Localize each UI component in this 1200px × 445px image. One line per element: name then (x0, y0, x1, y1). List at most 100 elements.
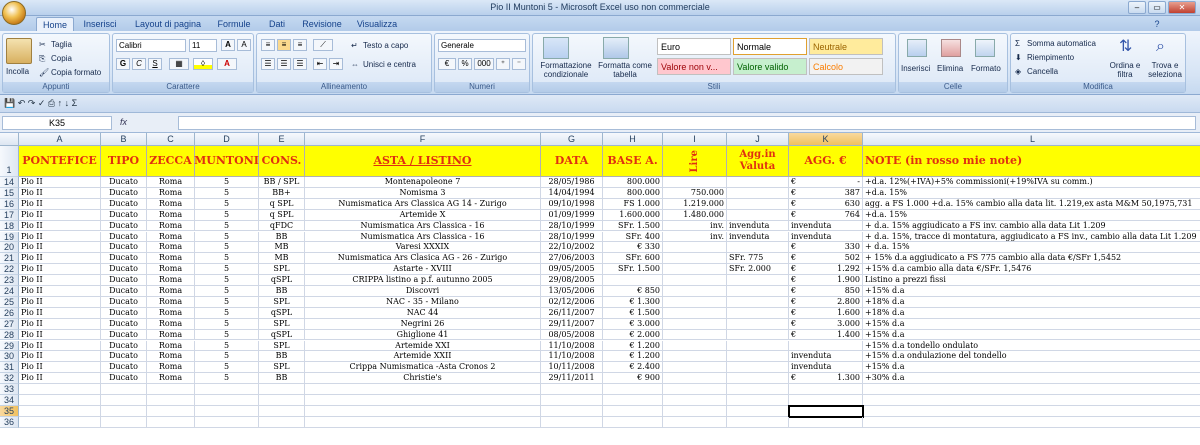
table-cell[interactable]: Pio II (19, 253, 101, 265)
table-cell[interactable]: Roma (147, 220, 195, 232)
table-cell[interactable]: 800.000 (603, 187, 663, 199)
header-cell-B[interactable]: TIPO (101, 146, 147, 177)
cell-style-2[interactable]: Neutrale (809, 38, 883, 55)
row-header[interactable]: 16 (0, 198, 19, 210)
cell-style-3[interactable]: Valore non v... (657, 58, 731, 75)
increase-indent-icon[interactable]: ⇥ (329, 58, 343, 70)
table-cell[interactable]: SFr. 1.500 (603, 220, 663, 232)
autosum-button[interactable]: Σ Somma automatica (1015, 39, 1096, 49)
table-cell[interactable] (101, 395, 147, 406)
table-cell[interactable] (147, 416, 195, 428)
table-cell[interactable]: Crippa Numismatica -Asta Cronos 2 (305, 362, 541, 374)
table-cell[interactable]: 1.600.000 (603, 209, 663, 221)
table-cell[interactable]: €3.000 (789, 318, 863, 330)
column-header[interactable]: J (727, 133, 789, 146)
align-left-icon[interactable]: ☰ (261, 58, 275, 70)
table-cell[interactable]: Ducato (101, 187, 147, 199)
sort-filter-button[interactable]: Ordina e filtra (1107, 61, 1143, 79)
table-cell[interactable]: 5 (195, 318, 259, 330)
table-cell[interactable]: 08/05/2008 (541, 329, 603, 341)
table-cell[interactable] (195, 384, 259, 395)
table-cell[interactable]: Montenapoleone 7 (305, 177, 541, 188)
table-cell[interactable]: BB (259, 351, 305, 363)
row-header[interactable]: 1 (0, 146, 19, 177)
table-cell[interactable]: 5 (195, 198, 259, 210)
table-cell[interactable]: Ducato (101, 220, 147, 232)
table-cell[interactable]: +15% d.a (863, 362, 1200, 374)
table-cell[interactable] (603, 405, 663, 417)
table-cell[interactable]: Roma (147, 307, 195, 319)
table-cell[interactable]: €1.292 (789, 264, 863, 276)
column-header[interactable]: D (195, 133, 259, 146)
table-cell[interactable]: €1.600 (789, 307, 863, 319)
table-cell[interactable]: + 15% d.a aggiudicato a FS 775 cambio al… (863, 253, 1200, 265)
table-cell[interactable]: 09/05/2005 (541, 264, 603, 276)
table-cell[interactable]: NAC 44 (305, 307, 541, 319)
table-cell[interactable]: € 3.000 (603, 318, 663, 330)
maximize-button[interactable]: ▭ (1148, 1, 1166, 14)
borders-icon[interactable]: ▦ (169, 58, 189, 70)
table-cell[interactable]: + d.a. 15% (863, 242, 1200, 254)
row-header[interactable]: 28 (0, 329, 19, 341)
column-header[interactable]: C (147, 133, 195, 146)
table-cell[interactable]: 5 (195, 307, 259, 319)
table-cell[interactable]: Ducato (101, 373, 147, 385)
underline-button[interactable]: S (148, 58, 162, 70)
table-cell[interactable]: € - (789, 177, 863, 188)
row-header[interactable]: 20 (0, 242, 19, 254)
bold-button[interactable]: G (116, 58, 130, 70)
table-cell[interactable] (603, 395, 663, 406)
table-cell[interactable]: Ducato (101, 231, 147, 243)
table-cell[interactable] (663, 242, 727, 254)
spreadsheet-grid[interactable]: A B C D E F G H I J K L 1 PONTEFICE TIPO ZECCA MUNTONI CO… (0, 133, 1200, 445)
table-cell[interactable] (727, 373, 789, 385)
table-cell[interactable]: qFDC (259, 220, 305, 232)
table-cell[interactable] (727, 340, 789, 352)
table-cell[interactable]: Pio II (19, 329, 101, 341)
tab-insert[interactable]: Inserisci (78, 17, 122, 31)
table-cell[interactable]: 1.219.000 (663, 198, 727, 210)
number-format-combo[interactable]: Generale (438, 39, 526, 52)
tab-data[interactable]: Dati (262, 17, 292, 31)
table-cell[interactable]: Roma (147, 373, 195, 385)
table-cell[interactable]: Roma (147, 231, 195, 243)
table-cell[interactable]: +15% d.a (863, 319, 1200, 330)
table-cell[interactable]: € 330 (603, 242, 663, 254)
table-cell[interactable]: 5 (195, 340, 259, 352)
table-cell[interactable]: +15% d.a (863, 330, 1200, 341)
table-cell[interactable]: FS 1.000 (603, 198, 663, 210)
orientation-icon[interactable]: ⟋ (313, 39, 333, 51)
redo-icon[interactable]: ↷ (28, 98, 36, 108)
formula-input[interactable] (178, 116, 1196, 130)
table-cell[interactable]: Roma (147, 329, 195, 341)
table-cell[interactable]: 5 (195, 275, 259, 286)
column-header[interactable]: H (603, 133, 663, 146)
table-cell[interactable]: CRIPPA listino a p.f. autunno 2005 (305, 275, 541, 286)
table-cell[interactable]: MB (259, 253, 305, 265)
table-cell[interactable]: €1.300 (789, 373, 863, 385)
table-cell[interactable]: 09/10/1998 (541, 198, 603, 210)
table-cell[interactable]: invenduta (789, 362, 863, 374)
table-cell[interactable]: Numismatica Ars Classica - 16 (305, 231, 541, 243)
table-cell[interactable]: € 2.000 (603, 329, 663, 341)
table-cell[interactable] (19, 384, 101, 395)
cell-style-1[interactable]: Normale (733, 38, 807, 55)
table-cell[interactable]: Roma (147, 242, 195, 254)
table-cell[interactable]: 28/10/1999 (541, 220, 603, 232)
table-cell[interactable]: 11/10/2008 (541, 351, 603, 363)
table-cell[interactable] (663, 296, 727, 308)
office-button-icon[interactable] (2, 1, 26, 25)
table-cell[interactable] (663, 253, 727, 265)
row-header[interactable]: 17 (0, 209, 19, 221)
table-cell[interactable]: +15% d.a ondulazione del tondello (863, 351, 1200, 363)
column-header[interactable]: E (259, 133, 305, 146)
select-all-corner[interactable] (0, 133, 19, 146)
table-cell[interactable]: invenduta (789, 351, 863, 363)
table-cell[interactable]: Ducato (101, 253, 147, 265)
table-cell[interactable]: Ducato (101, 275, 147, 286)
table-cell[interactable]: Numismatica Ars Clasica AG - 26 - Zurigo (305, 253, 541, 265)
table-cell[interactable]: +15% d.a tondello ondulato (863, 341, 1200, 352)
table-cell[interactable] (727, 329, 789, 341)
table-cell[interactable]: Artemide XXII (305, 351, 541, 363)
table-cell[interactable] (147, 405, 195, 417)
